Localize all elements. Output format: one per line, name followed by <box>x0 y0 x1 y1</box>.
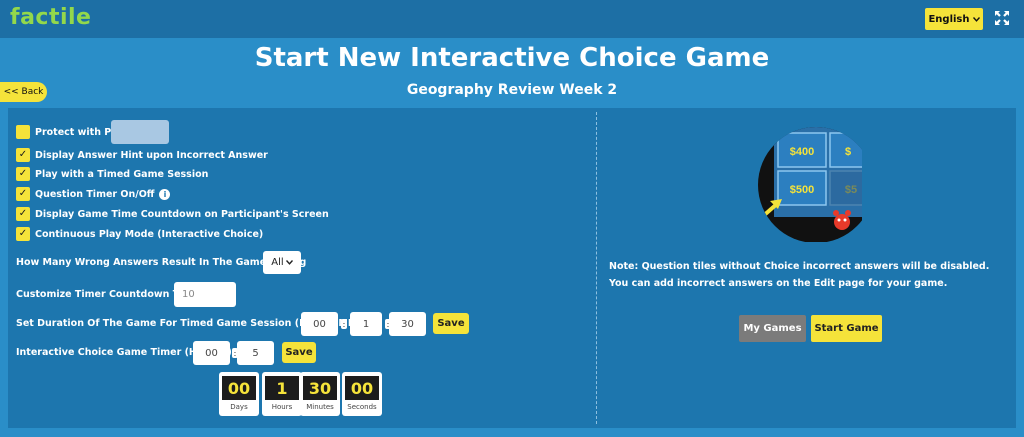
timer-days-value: 00 <box>222 376 256 400</box>
timer-seconds-label: Seconds <box>347 403 377 411</box>
chevron-down-icon <box>285 257 293 268</box>
save-duration-button[interactable]: Save <box>433 313 469 334</box>
option-question-timer[interactable]: ✓ Question Timer On/Off i <box>16 187 171 201</box>
timer-seconds-value: 00 <box>345 376 379 400</box>
option-continuous-play[interactable]: ✓ Continuous Play Mode (Interactive Choi… <box>16 227 263 241</box>
choice-timer-minutes-input[interactable]: 5 <box>237 341 274 365</box>
timer-hours: 1 Hours <box>262 372 302 416</box>
countdown-label: Customize Timer Countdown Time <box>16 289 199 300</box>
option-label: Display Game Time Countdown on Participa… <box>35 208 329 220</box>
factile-logo[interactable]: factile <box>10 5 91 30</box>
timer-hours-label: Hours <box>271 403 293 411</box>
tile-500: $500 <box>790 184 814 196</box>
option-timed-session[interactable]: ✓ Play with a Timed Game Session <box>16 167 208 181</box>
checkmark-icon[interactable]: ✓ <box>16 227 30 241</box>
info-icon[interactable]: i <box>159 188 171 200</box>
option-label: Play with a Timed Game Session <box>35 168 209 180</box>
note-text: Note: Question tiles without Choice inco… <box>609 261 990 289</box>
timer-minutes: 30 Minutes <box>300 372 340 416</box>
wrong-answers-select[interactable]: All <box>263 251 301 274</box>
timer-days: 00 Days <box>219 372 259 416</box>
language-select[interactable]: English <box>925 8 983 30</box>
language-label: English <box>928 13 970 25</box>
game-board-preview: $400 $ $500 $5 <box>756 127 871 242</box>
timer-minutes-value: 30 <box>303 376 337 400</box>
game-name: Geography Review Week 2 <box>406 82 618 98</box>
checkmark-icon[interactable]: ✓ <box>16 187 30 201</box>
checkmark-icon[interactable]: ✓ <box>16 167 30 181</box>
back-button[interactable]: << Back <box>0 82 47 102</box>
duration-days-input[interactable]: 00 <box>301 312 338 336</box>
tile-400: $400 <box>790 146 814 158</box>
tile-disabled: $5 <box>845 184 857 196</box>
countdown-input[interactable]: 10 <box>174 282 236 307</box>
checkmark-icon[interactable]: ✓ <box>16 148 30 162</box>
my-games-button[interactable]: My Games <box>739 315 806 342</box>
option-label: Protect with PIN <box>35 126 123 138</box>
chevron-down-icon <box>972 14 980 25</box>
page-title: Start New Interactive Choice Game <box>254 43 770 73</box>
option-label: Question Timer On/Off <box>35 188 155 200</box>
option-countdown-display[interactable]: ✓ Display Game Time Countdown on Partici… <box>16 207 329 221</box>
colon-separator: : <box>341 319 347 329</box>
timer-minutes-label: Minutes <box>306 403 334 411</box>
timer-hours-value: 1 <box>265 376 299 400</box>
checkmark-icon[interactable]: ✓ <box>16 207 30 221</box>
choice-timer-hours-input[interactable]: 00 <box>193 341 230 365</box>
timer-days-label: Days <box>230 403 248 411</box>
wrong-answers-value: All <box>271 257 284 268</box>
timer-seconds: 00 Seconds <box>342 372 382 416</box>
start-game-button[interactable]: Start Game <box>811 315 882 342</box>
option-protect-pin[interactable]: Protect with PIN <box>16 125 123 139</box>
duration-minutes-input[interactable]: 30 <box>389 312 426 336</box>
duration-hours-input[interactable]: 1 <box>350 312 382 336</box>
panel-divider <box>596 112 597 424</box>
top-bar: factile English <box>0 0 1024 38</box>
fullscreen-icon[interactable] <box>994 10 1010 26</box>
pin-input[interactable] <box>111 120 169 144</box>
tile-partial: $ <box>845 146 851 158</box>
checkbox[interactable] <box>16 125 30 139</box>
option-label: Display Answer Hint upon Incorrect Answe… <box>35 149 268 161</box>
save-choice-timer-button[interactable]: Save <box>282 342 316 363</box>
option-label: Continuous Play Mode (Interactive Choice… <box>35 228 264 240</box>
option-answer-hint[interactable]: ✓ Display Answer Hint upon Incorrect Ans… <box>16 148 268 162</box>
